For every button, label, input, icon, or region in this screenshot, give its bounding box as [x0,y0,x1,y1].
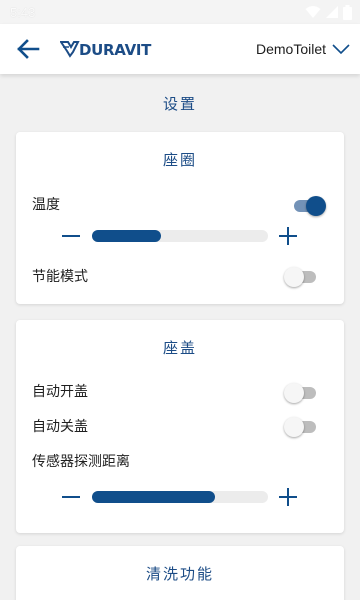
status-icons [305,4,352,20]
signal-icon [326,6,338,18]
lid-card-title: 座盖 [162,339,197,357]
eco-mode-label: 节能模式 [32,269,88,285]
toggle-thumb [306,196,326,216]
back-button[interactable] [16,38,40,60]
temperature-toggle[interactable] [292,196,326,216]
eco-mode-toggle[interactable] [284,267,318,287]
battery-icon [343,4,352,20]
arrow-left-icon [17,39,40,59]
wash-function-card: 清洗功能 [16,546,344,600]
toggle-thumb [284,267,304,287]
sensor-decrease-button[interactable] [59,485,83,509]
sensor-increase-button[interactable] [276,485,300,509]
toggle-thumb [284,417,304,437]
logo-text: DURAVIT [79,41,152,59]
sensor-slider-fill [92,491,216,503]
seat-card-title: 座圈 [162,151,197,169]
auto-open-label: 自动开盖 [32,384,88,400]
plus-icon [279,488,297,506]
chevron-down-icon [332,44,350,55]
status-bar: 5:43 [0,0,360,24]
sensor-distance-slider[interactable] [92,491,268,503]
temperature-slider[interactable] [92,230,268,242]
duravit-logo: DURAVIT [60,41,152,59]
page-title: 设置 [162,95,197,113]
seat-settings-card: 座圈 温度 节能模式 [16,132,344,304]
wifi-icon [305,6,321,18]
device-name: DemoToilet [255,41,326,57]
app-bar: DURAVIT DemoToilet [0,24,360,74]
toggle-thumb [284,383,304,403]
temperature-label: 温度 [32,197,60,213]
auto-close-label: 自动关盖 [32,419,88,435]
plus-icon [279,227,297,245]
status-time: 5:43 [10,4,36,20]
wash-card-title: 清洗功能 [145,565,214,583]
sensor-slider-row [16,485,344,509]
sensor-distance-label: 传感器探测距离 [32,454,130,470]
temperature-decrease-button[interactable] [59,224,83,248]
temperature-slider-row [16,224,344,248]
temperature-increase-button[interactable] [276,224,300,248]
auto-close-toggle[interactable] [284,417,318,437]
device-selector[interactable]: DemoToilet [256,37,350,61]
lid-settings-card: 座盖 自动开盖 自动关盖 传感器探测距离 [16,320,344,533]
auto-open-toggle[interactable] [284,383,318,403]
temperature-slider-fill [92,230,161,242]
